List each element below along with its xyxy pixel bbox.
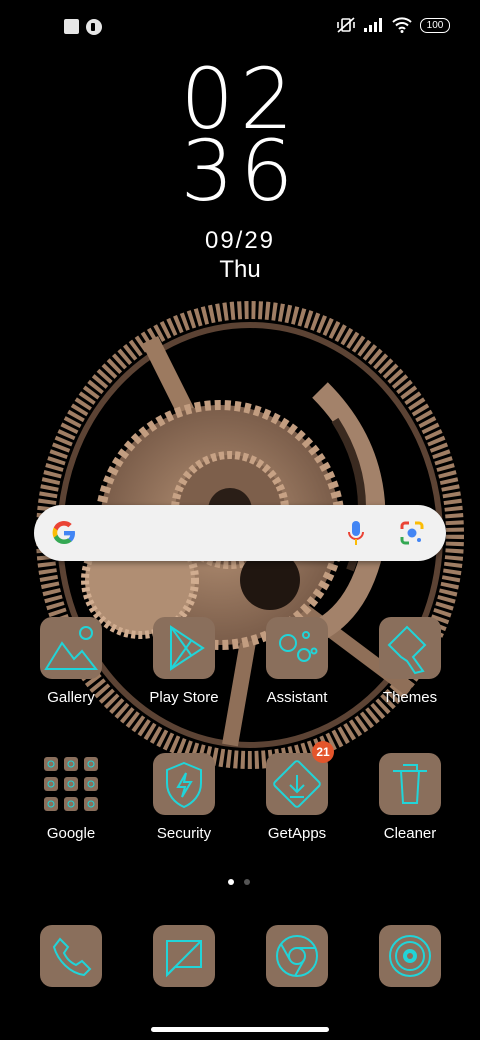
app-label: Assistant — [266, 689, 328, 706]
page-dot — [244, 879, 250, 885]
microphone-icon[interactable] — [346, 519, 366, 547]
cleaner-icon — [379, 753, 441, 815]
square-notification-icon — [64, 19, 79, 34]
app-themes[interactable]: Themes — [360, 617, 460, 706]
camera-icon — [379, 925, 441, 987]
date-label: 09/29 — [204, 227, 276, 254]
chrome-icon — [266, 925, 328, 987]
getapps-icon: 21 — [266, 741, 334, 815]
security-icon — [153, 753, 215, 815]
app-play-store[interactable]: Play Store — [134, 617, 234, 706]
dock-phone[interactable] — [21, 925, 121, 987]
google-folder-icon — [40, 753, 102, 815]
app-assistant[interactable]: Assistant — [247, 617, 347, 706]
app-label: Gallery — [47, 689, 95, 706]
google-search-bar[interactable] — [34, 505, 446, 561]
app-label: Themes — [382, 689, 438, 706]
status-bar: 100 — [0, 0, 480, 52]
app-gallery[interactable]: Gallery — [21, 617, 121, 706]
app-label: Play Store — [149, 689, 219, 706]
app-notification-icon — [86, 19, 102, 35]
page-indicator[interactable] — [228, 879, 250, 885]
app-label: GetApps — [267, 825, 327, 842]
gallery-icon — [40, 617, 102, 679]
google-lens-icon[interactable] — [398, 519, 426, 547]
vibrate-off-icon — [337, 17, 355, 33]
battery-icon: 100 — [420, 17, 450, 33]
app-google-folder[interactable]: Google — [21, 753, 121, 842]
assistant-icon — [266, 617, 328, 679]
dock-chrome[interactable] — [247, 925, 347, 987]
app-getapps[interactable]: 21 GetApps — [247, 741, 347, 842]
themes-icon — [379, 617, 441, 679]
clock-widget[interactable]: 02 36 — [0, 57, 480, 220]
phone-icon — [40, 925, 102, 987]
dock-camera[interactable] — [360, 925, 460, 987]
play-store-icon — [153, 617, 215, 679]
day-label: Thu — [219, 256, 261, 283]
messages-icon — [153, 925, 215, 987]
signal-icon — [364, 18, 382, 32]
notification-badge: 21 — [312, 741, 334, 763]
app-label: Security — [156, 825, 212, 842]
page-dot-active — [228, 879, 234, 885]
home-gesture-bar[interactable] — [151, 1027, 329, 1032]
app-security[interactable]: Security — [134, 753, 234, 842]
dock-messages[interactable] — [134, 925, 234, 987]
google-g-icon — [52, 521, 75, 544]
clock-minutes: 36 — [180, 122, 300, 220]
app-cleaner[interactable]: Cleaner — [360, 753, 460, 842]
wifi-icon — [392, 17, 412, 33]
app-label: Cleaner — [383, 825, 437, 842]
app-label: Google — [46, 825, 96, 842]
